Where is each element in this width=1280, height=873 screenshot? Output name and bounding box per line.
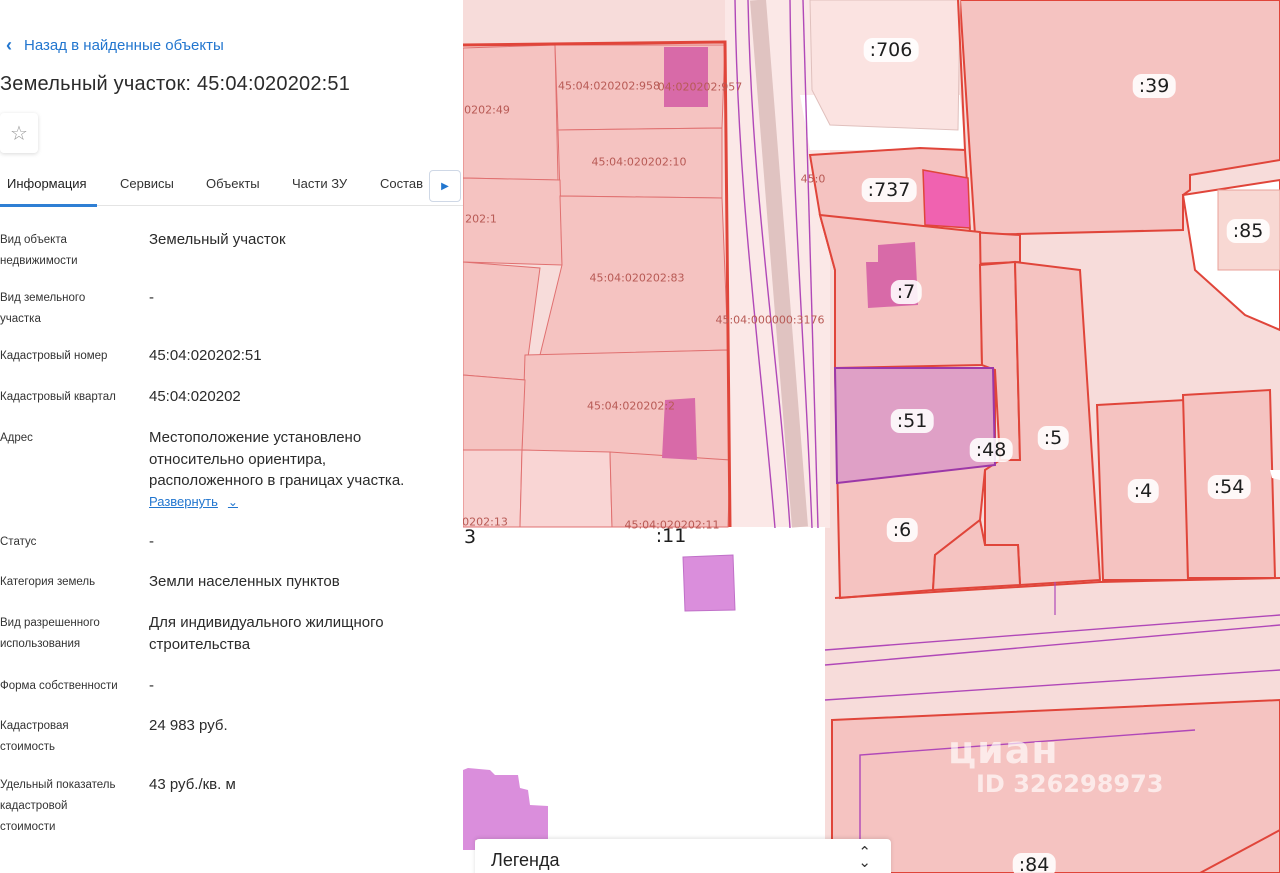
row-label-specific-value: Удельный показатель кадастровой стоимости: [0, 779, 116, 833]
plot-label[interactable]: :737: [861, 178, 917, 202]
row-label-status: Статус: [0, 536, 37, 548]
row-label-cadastral-quarter: Кадастровый квартал: [0, 391, 116, 403]
watermark-logo: циан: [948, 728, 1059, 772]
star-icon: ☆: [10, 122, 28, 145]
plot-label[interactable]: :48: [969, 438, 1013, 462]
cadastral-label: 45:0: [800, 172, 826, 186]
cadastral-label: 45:04:020202:10: [591, 155, 687, 169]
plot-label[interactable]: :84: [1012, 853, 1056, 873]
legend-label: Легенда: [491, 850, 560, 870]
expand-address-link[interactable]: Развернуть ⌄: [149, 494, 238, 509]
row-value-status: -: [149, 533, 154, 550]
plot-label[interactable]: :7: [890, 280, 922, 304]
chevron-left-icon: ‹: [6, 35, 12, 55]
watermark-id: ID 326298973: [976, 770, 1164, 798]
row-label-cadastral-value: Кадастровая стоимость: [0, 720, 69, 753]
tab-bar: Информация Сервисы Объекты Части ЗУ Сост…: [0, 166, 463, 207]
cadastral-label: 45:04:020202:958: [557, 79, 661, 93]
back-to-results-link[interactable]: ‹ Назад в найденные объекты: [6, 36, 224, 54]
plot-label[interactable]: :6: [886, 518, 918, 542]
row-value-permitted-use: Для индивидуального жилищного строительст…: [149, 614, 384, 653]
row-value-cadastral-value: 24 983 руб.: [149, 717, 228, 734]
cadastral-label: 04:020202:957: [657, 80, 743, 94]
row-value-object-type: Земельный участок: [149, 231, 286, 248]
row-value-cadastral-quarter: 45:04:020202: [149, 388, 241, 405]
row-value-specific-value: 43 руб./кв. м: [149, 776, 236, 793]
cadastral-label: 45:04:020202:83: [589, 271, 685, 285]
row-label-cadastral-number: Кадастровый номер: [0, 350, 108, 362]
cadastral-label: 45:04:020202:2: [586, 399, 676, 413]
map-legend-toggle[interactable]: Легенда ⌃ ⌄: [475, 839, 891, 873]
back-link-label: Назад в найденные объекты: [24, 36, 224, 54]
plot-label[interactable]: :706: [863, 38, 919, 62]
favorite-button[interactable]: ☆: [0, 113, 38, 153]
expand-collapse-icon: ⌃ ⌄: [858, 844, 871, 871]
caret-right-icon: ▶: [441, 180, 449, 192]
expand-link-label: Развернуть: [149, 494, 218, 509]
row-value-land-category: Земли населенных пунктов: [149, 573, 340, 590]
cadastral-label: 45:04:000000:3176: [715, 313, 825, 327]
cadastral-label: 0202:49: [464, 103, 510, 117]
tab-parts[interactable]: Части ЗУ: [292, 176, 347, 191]
tab-services[interactable]: Сервисы: [120, 176, 174, 191]
row-label-object-type: Вид объекта недвижимости: [0, 234, 78, 267]
row-value-address: Местоположение установлено относительно о…: [149, 429, 405, 489]
plot-label[interactable]: :4: [1127, 479, 1159, 503]
row-value-ownership: -: [149, 677, 154, 694]
plot-label[interactable]: :11: [650, 524, 693, 548]
page-title: Земельный участок: 45:04:020202:51: [0, 73, 351, 95]
object-info-panel: ‹ Назад в найденные объекты Земельный уч…: [0, 0, 463, 873]
plot-label[interactable]: :85: [1226, 219, 1270, 243]
row-value-land-type: -: [149, 289, 154, 306]
row-label-ownership: Форма собственности: [0, 680, 118, 692]
tabs-scroll-right-button[interactable]: ▶: [429, 170, 461, 202]
chevron-down-icon: ⌄: [227, 494, 238, 509]
plot-label-selected[interactable]: :51: [890, 409, 934, 433]
tab-information[interactable]: Информация: [7, 176, 87, 191]
active-tab-indicator: [0, 204, 97, 207]
row-value-cadastral-number: 45:04:020202:51: [149, 347, 262, 364]
plot-label[interactable]: :5: [1037, 426, 1069, 450]
row-label-address: Адрес: [0, 432, 33, 444]
tab-objects[interactable]: Объекты: [206, 176, 260, 191]
row-label-land-category: Категория земель: [0, 576, 96, 588]
plot-label[interactable]: :39: [1132, 74, 1176, 98]
cadastral-label: 202:1: [465, 212, 497, 226]
row-label-permitted-use: Вид разрешенного использования: [0, 617, 100, 650]
tab-composition[interactable]: Состав: [380, 176, 423, 191]
row-label-land-type: Вид земельного участка: [0, 292, 86, 325]
plot-label[interactable]: :54: [1207, 475, 1251, 499]
